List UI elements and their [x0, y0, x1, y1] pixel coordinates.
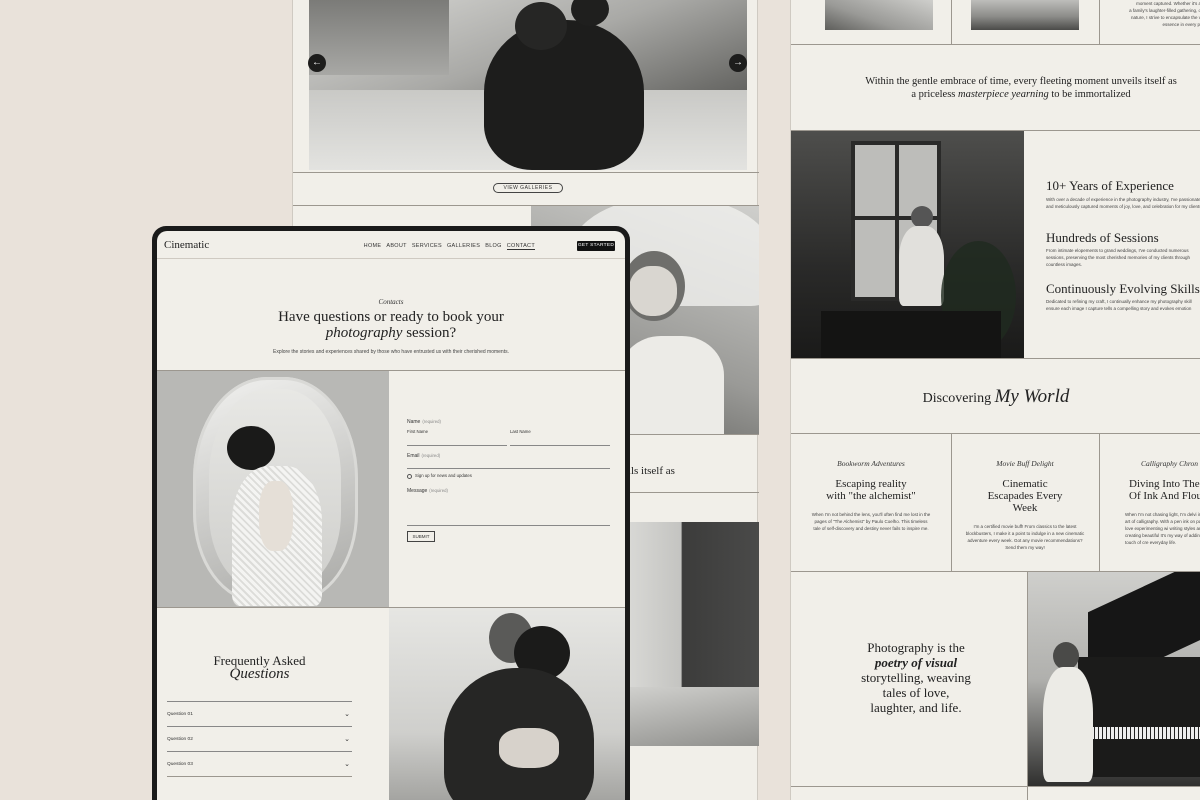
hobby-card-1: Bookworm Adventures Escaping reality wit…: [801, 434, 941, 570]
chevron-down-icon: ⌄: [344, 736, 350, 743]
top-text: moment captured. Whether it's a a family…: [1129, 1, 1200, 27]
name-label: Name (required): [407, 419, 441, 425]
nav-galleries[interactable]: GALLERIES: [447, 243, 480, 250]
last-name-field[interactable]: [510, 445, 610, 446]
email-field[interactable]: [407, 468, 610, 469]
hobby-title-2: Cinematic Escapades Every Week: [987, 478, 1063, 514]
hobby-script-3: Calligraphy Chron: [1141, 459, 1199, 468]
experience-body-1: With over a decade of experience in the …: [1046, 197, 1200, 209]
hobby-body-3: When I'm not chasing light, I'm delvi in…: [1125, 512, 1200, 545]
hero-couple-photo: [309, 0, 747, 170]
poetry-quote: Photography is the poetry of visual stor…: [861, 640, 971, 715]
back-page-right: moment captured. Whether it's a a family…: [790, 0, 1200, 800]
chevron-down-icon: ⌄: [344, 711, 350, 718]
newsletter-checkbox[interactable]: [407, 474, 412, 479]
view-galleries-button[interactable]: VIEW GALLERIES: [493, 183, 563, 193]
nav-links: HOME ABOUT SERVICES GALLERIES BLOG CONTA…: [364, 243, 535, 250]
chevron-down-icon: ⌄: [344, 761, 350, 768]
faq-question-1[interactable]: Question 01 ⌄: [167, 701, 352, 726]
contact-headline: Have questions or ready to book your pho…: [278, 309, 504, 341]
bride-mirror-photo: [157, 371, 389, 607]
hobby-body-2: I'm a certified movie buff! From classic…: [965, 524, 1085, 550]
tablet-device: Cinematic HOME ABOUT SERVICES GALLERIES …: [152, 226, 630, 800]
top-photo-1: [825, 0, 933, 30]
hobby-body-1: When I'm not behind the lens, you'll oft…: [811, 512, 931, 531]
site-logo[interactable]: Cinematic: [164, 239, 209, 251]
hobby-title-3: Diving Into The W Of Ink And Flouri: [1129, 478, 1200, 502]
top-nav: Cinematic HOME ABOUT SERVICES GALLERIES …: [157, 231, 625, 259]
contact-subtext: Explore the stories and experiences shar…: [273, 349, 509, 355]
architecture-photo: [629, 522, 759, 746]
experience-title-2: Hundreds of Sessions: [1046, 230, 1159, 245]
submit-button[interactable]: SUBMIT: [407, 531, 435, 542]
faq-question-3[interactable]: Question 03 ⌄: [167, 751, 352, 776]
message-textarea[interactable]: [407, 499, 610, 526]
nav-blog[interactable]: BLOG: [485, 243, 501, 250]
gentle-embrace-quote: Within the gentle embrace of time, every…: [865, 76, 1177, 100]
experience-body-2: From intimate elopements to grand weddin…: [1046, 248, 1191, 267]
hobby-card-3: Calligraphy Chron Diving Into The W Of I…: [1109, 434, 1200, 570]
partial-quote-text: eils itself as: [623, 465, 675, 477]
couple-hug-photo: [389, 608, 625, 800]
hobby-script-1: Bookworm Adventures: [837, 459, 905, 468]
newsletter-label: Sign up for news and updates: [415, 473, 472, 478]
top-photo-2: [971, 0, 1079, 30]
arrow-right-icon[interactable]: →: [729, 54, 747, 72]
first-name-field[interactable]: [407, 445, 507, 446]
experience-title-1: 10+ Years of Experience: [1046, 178, 1174, 193]
hobby-card-2: Movie Buff Delight Cinematic Escapades E…: [955, 434, 1095, 570]
tablet-screen: Cinematic HOME ABOUT SERVICES GALLERIES …: [157, 231, 625, 800]
window-portrait-photo: [791, 131, 1024, 358]
last-name-label: Last Name: [510, 429, 531, 434]
contact-script-label: Contacts: [378, 298, 404, 306]
nav-home[interactable]: HOME: [364, 243, 382, 250]
experience-title-3: Continuously Evolving Skills: [1046, 281, 1200, 296]
first-name-label: First Name: [407, 429, 429, 434]
get-started-button[interactable]: GET STARTED: [577, 241, 615, 251]
faq-heading: Frequently Asked Questions: [213, 653, 306, 682]
arrow-left-icon[interactable]: ←: [308, 54, 326, 72]
hobby-script-2: Movie Buff Delight: [996, 459, 1054, 468]
nav-services[interactable]: SERVICES: [412, 243, 442, 250]
faq-question-2[interactable]: Question 02 ⌄: [167, 726, 352, 751]
discovering-heading: Discovering My World: [922, 386, 1070, 407]
nav-about[interactable]: ABOUT: [386, 243, 406, 250]
message-label: Message (required): [407, 488, 448, 494]
nav-contact[interactable]: CONTACT: [506, 243, 535, 250]
piano-photo: [1028, 572, 1200, 786]
email-label: Email (required): [407, 453, 441, 459]
hobby-title-1: Escaping reality with "the alchemist": [826, 478, 916, 502]
experience-body-3: Dedicated to refining my craft, I contin…: [1046, 299, 1192, 311]
